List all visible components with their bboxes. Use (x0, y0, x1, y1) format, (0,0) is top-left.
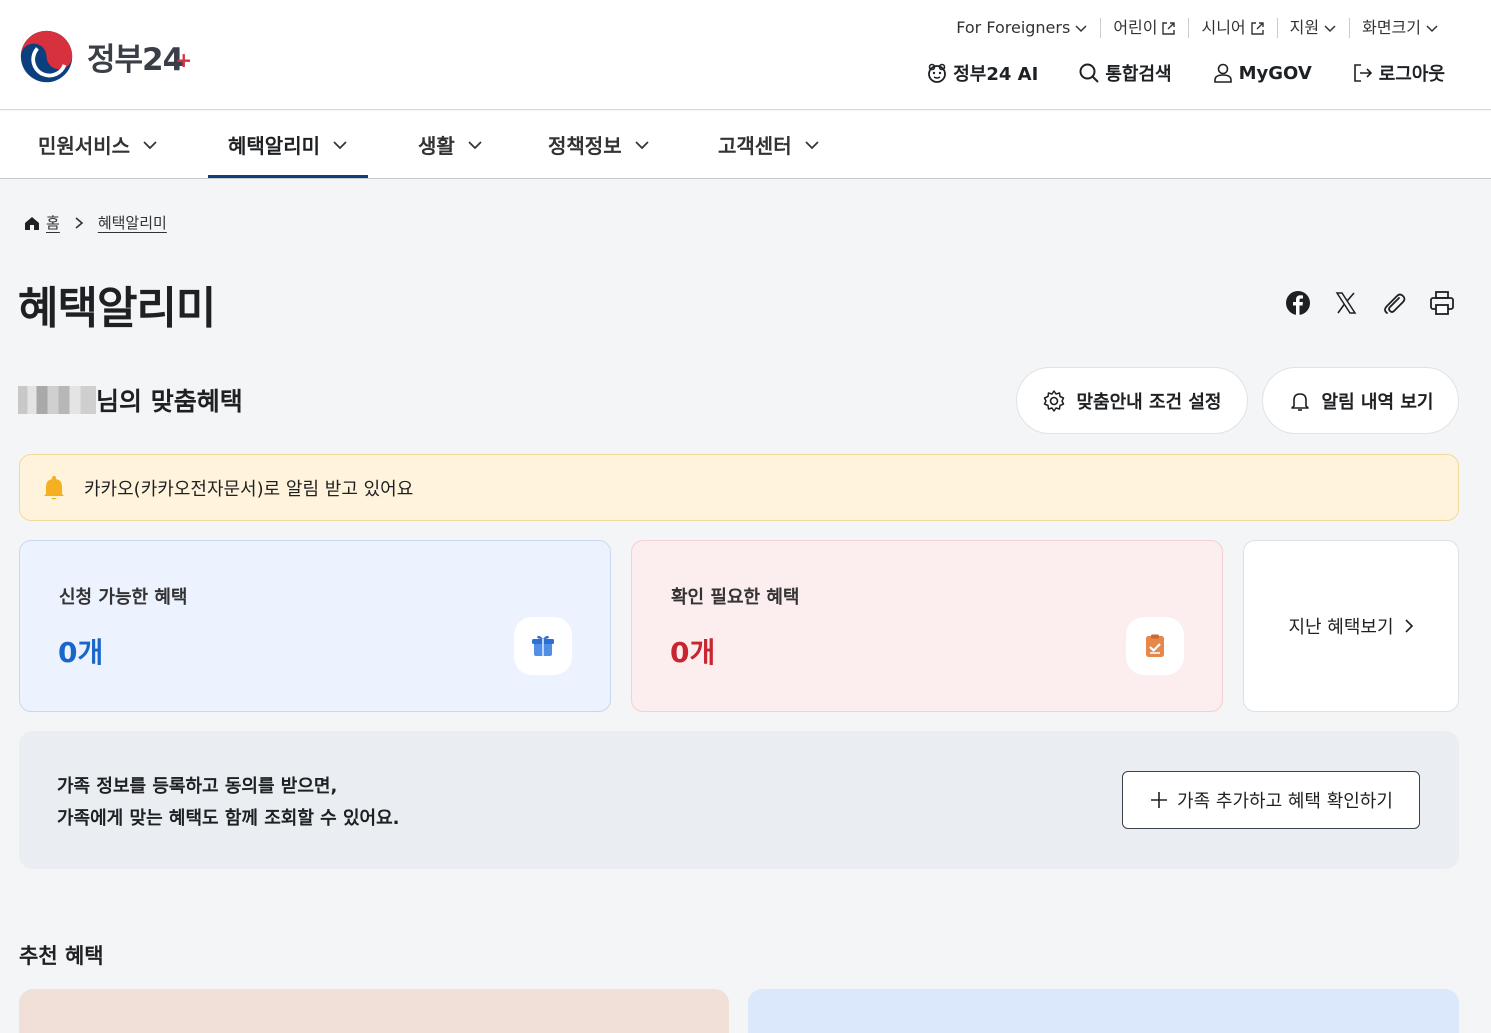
logout-icon (1353, 64, 1372, 82)
gnb-policy-info[interactable]: 정책정보 (548, 111, 650, 178)
facebook-share-button[interactable] (1283, 288, 1313, 318)
recommended-benefit-card[interactable] (19, 989, 729, 1033)
chevron-down-icon (143, 140, 157, 149)
user-icon (1213, 63, 1232, 83)
logout-link[interactable]: 로그아웃 (1352, 60, 1445, 86)
taegeuk-logo-icon (20, 30, 73, 83)
utility-nav: For Foreigners 어린이 시니어 지원 화면크기 (944, 18, 1451, 38)
card-label: 신청 가능한 혜택 (59, 587, 188, 608)
gnb-customer-center[interactable]: 고객센터 (718, 111, 820, 178)
chevron-down-icon (468, 140, 482, 149)
card-count: 0개 (58, 636, 104, 669)
chevron-right-icon (75, 216, 84, 229)
gov24-logo[interactable]: 정부24 + (18, 28, 192, 85)
external-link-icon (1250, 21, 1264, 35)
util-screen-size[interactable]: 화면크기 (1349, 18, 1451, 38)
paperclip-icon (1384, 293, 1406, 314)
logo-text: 정부24 + (87, 42, 192, 78)
chevron-down-icon (805, 140, 819, 149)
add-family-button[interactable]: 가족 추가하고 혜택 확인하기 (1122, 771, 1420, 829)
main-utility: 정부24 AI 통합검색 MyGOV 로그아웃 (926, 60, 1445, 86)
card-icon-wrap (514, 617, 572, 675)
util-foreigners[interactable]: For Foreigners (944, 18, 1100, 38)
external-link-icon (1162, 21, 1176, 35)
recommended-benefit-card[interactable] (748, 989, 1459, 1033)
family-register-banner: 가족 정보를 등록하고 동의를 받으면, 가족에게 맞는 혜택도 함께 조회할 … (19, 731, 1459, 869)
chevron-down-icon (1426, 25, 1438, 33)
x-logo-icon (1335, 292, 1357, 314)
recommended-benefits-title: 추천 혜택 (19, 944, 104, 968)
print-icon (1430, 291, 1454, 315)
site-header: 정부24 + For Foreigners 어린이 시니어 지원 화면크기 정부2… (0, 0, 1491, 110)
facebook-icon (1286, 291, 1310, 315)
gnb-life[interactable]: 생활 (418, 111, 483, 178)
util-support[interactable]: 지원 (1276, 18, 1349, 38)
page-title: 혜택알리미 (18, 283, 216, 334)
custom-benefit-heading: 님의 맞춤혜택 (18, 382, 243, 418)
gift-icon (532, 635, 554, 656)
ai-character-icon (928, 63, 947, 83)
card-label: 확인 필요한 혜택 (671, 587, 800, 608)
chevron-down-icon (1075, 25, 1087, 33)
search-icon (1079, 63, 1100, 83)
check-needed-benefits-card[interactable]: 확인 필요한 혜택 0개 (631, 540, 1223, 712)
past-benefits-card[interactable]: 지난 혜택보기 (1243, 540, 1459, 712)
global-nav: 민원서비스 혜택알리미 생활 정책정보 고객센터 (0, 111, 1491, 179)
breadcrumb-current[interactable]: 혜택알리미 (98, 212, 167, 233)
gear-icon (1044, 389, 1065, 412)
chevron-down-icon (333, 140, 347, 149)
family-description: 가족 정보를 등록하고 동의를 받으면, 가족에게 맞는 혜택도 함께 조회할 … (57, 776, 400, 829)
x-share-button[interactable] (1331, 288, 1361, 318)
integrated-search-link[interactable]: 통합검색 (1078, 60, 1172, 86)
chevron-down-icon (635, 140, 649, 149)
gov24-ai-link[interactable]: 정부24 AI (926, 60, 1038, 86)
util-kids[interactable]: 어린이 (1100, 18, 1188, 38)
gnb-benefit-alert[interactable]: 혜택알리미 (208, 111, 368, 178)
chevron-down-icon (1324, 25, 1336, 33)
bell-filled-icon (44, 475, 64, 499)
util-senior[interactable]: 시니어 (1188, 18, 1276, 38)
copy-link-button[interactable] (1379, 288, 1409, 318)
breadcrumb-home[interactable]: 홈 (46, 212, 60, 233)
alert-history-button[interactable]: 알림 내역 보기 (1262, 367, 1459, 434)
plus-icon (1151, 792, 1168, 808)
breadcrumb: 홈 혜택알리미 (24, 212, 167, 233)
card-count: 0개 (670, 636, 716, 669)
kakao-alert-notice: 카카오(카카오전자문서)로 알림 받고 있어요 (19, 454, 1459, 521)
print-button[interactable] (1427, 288, 1457, 318)
available-benefits-card[interactable]: 신청 가능한 혜택 0개 (19, 540, 611, 712)
condition-settings-button[interactable]: 맞춤안내 조건 설정 (1016, 367, 1248, 434)
gnb-civil-service[interactable]: 민원서비스 (38, 111, 158, 178)
mygov-link[interactable]: MyGOV (1212, 62, 1312, 84)
share-toolbar (1265, 288, 1457, 318)
card-icon-wrap (1126, 617, 1184, 675)
clipboard-check-icon (1146, 634, 1164, 657)
home-icon (25, 216, 39, 230)
bell-icon (1290, 392, 1309, 411)
masked-user-name (18, 386, 96, 414)
chevron-right-icon (1404, 619, 1413, 633)
